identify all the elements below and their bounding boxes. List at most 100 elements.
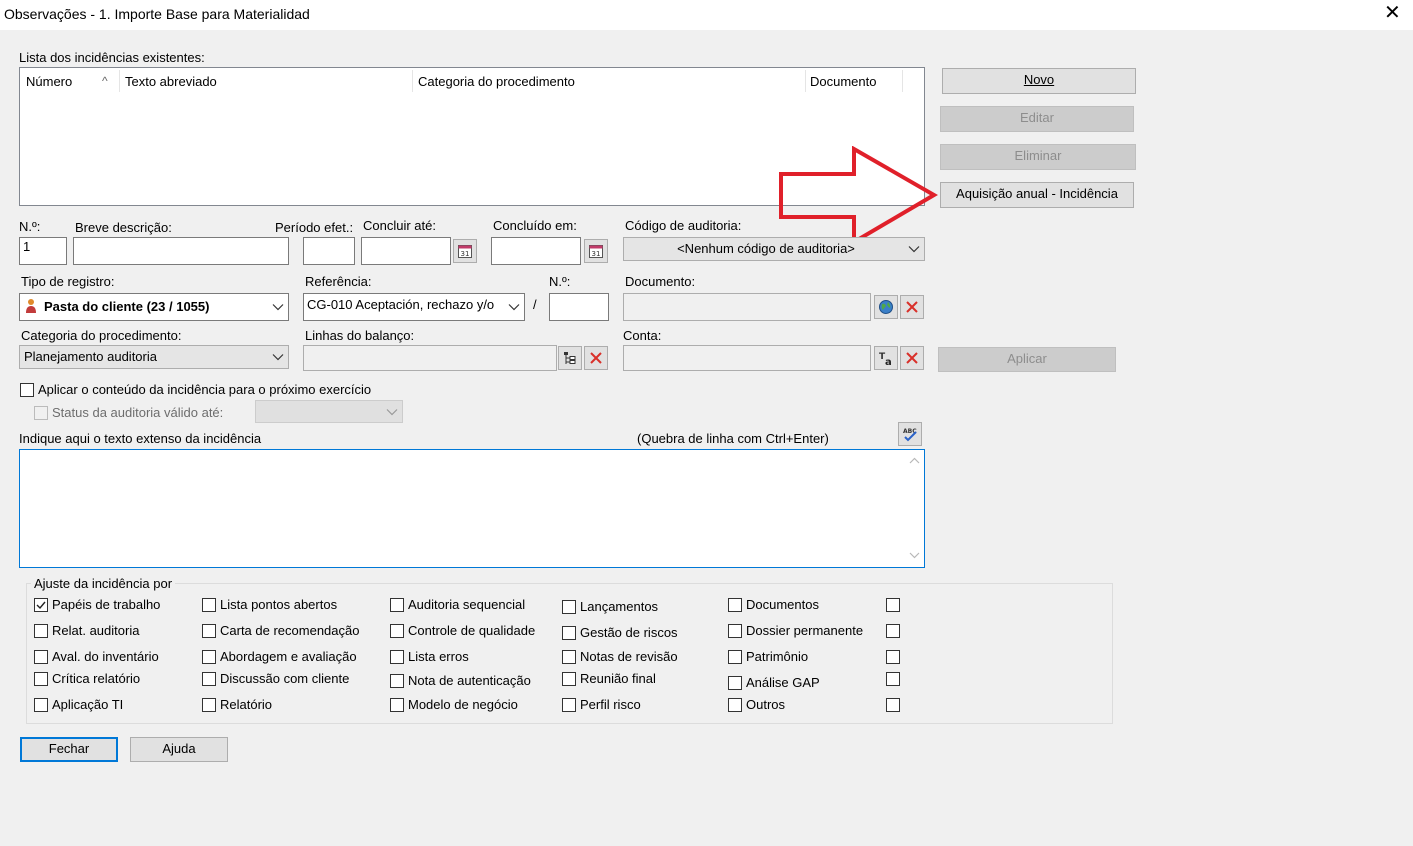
column-header-documento[interactable]: Documento — [810, 74, 876, 89]
ajuda-button[interactable]: Ajuda — [130, 737, 228, 762]
eliminar-button[interactable]: Eliminar — [940, 144, 1136, 170]
referencia-select[interactable]: CG-010 Aceptación, rechazo y/o — [303, 293, 525, 321]
slash-separator: / — [533, 297, 537, 312]
codigo-auditoria-select[interactable]: <Nenhum código de auditoria> — [623, 237, 925, 261]
svg-text:31: 31 — [461, 250, 470, 258]
ajuste-checkbox-perfil-risco[interactable] — [562, 698, 576, 712]
referencia-value: CG-010 Aceptación, rechazo y/o — [307, 297, 495, 312]
delete-icon[interactable] — [584, 346, 608, 370]
ajuste-title: Ajuste da incidência por — [31, 576, 176, 591]
spellcheck-icon[interactable]: ABC — [898, 422, 922, 446]
breve-descricao-input[interactable] — [73, 237, 289, 265]
linhas-balanco-input[interactable] — [303, 345, 557, 371]
aplicar-conteudo-checkbox[interactable] — [20, 383, 34, 397]
concluido-em-label: Concluído em: — [493, 218, 577, 233]
ajuste-checkbox-carta-de-recomendacao[interactable] — [202, 624, 216, 638]
ajuste-checkbox-extra-0[interactable] — [886, 598, 900, 612]
concluido-em-input[interactable] — [491, 237, 581, 265]
ajuste-label-relatorio: Relatório — [220, 697, 273, 712]
scroll-down-icon[interactable] — [909, 552, 920, 559]
editar-button[interactable]: Editar — [940, 106, 1134, 132]
ajuste-checkbox-relat-auditoria[interactable] — [34, 624, 48, 638]
ajuste-label-carta-de-recomendacao: Carta de recomendação — [220, 623, 360, 638]
novo-button[interactable]: Novo — [942, 68, 1136, 94]
ajuste-checkbox-modelo-de-negocio[interactable] — [390, 698, 404, 712]
tree-icon[interactable] — [558, 346, 582, 370]
ajuste-label-controle-de-qualidade: Controle de qualidade — [408, 623, 536, 638]
ajuste-checkbox-lancamentos[interactable] — [562, 600, 576, 614]
ajuste-label-documentos: Documentos — [746, 597, 819, 612]
ajuste-checkbox-dossier-permanente[interactable] — [728, 624, 742, 638]
ajuste-checkbox-auditoria-sequencial[interactable] — [390, 598, 404, 612]
ajuste-checkbox-controle-de-qualidade[interactable] — [390, 624, 404, 638]
texto-extenso-label: Indique aqui o texto extenso da incidênc… — [19, 431, 262, 446]
ajuste-checkbox-aval-do-inventario[interactable] — [34, 650, 48, 664]
column-header-numero[interactable]: Número — [26, 74, 72, 89]
ajuste-checkbox-extra-1[interactable] — [886, 624, 900, 638]
delete-icon[interactable] — [900, 295, 924, 319]
codigo-auditoria-label: Código de auditoria: — [625, 218, 742, 233]
calendar-icon[interactable]: 31 — [584, 239, 608, 263]
column-header-texto[interactable]: Texto abreviado — [125, 74, 217, 89]
ajuste-label-reuniao-final: Reunião final — [580, 671, 656, 686]
aquisicao-anual-button[interactable]: Aquisição anual - Incidência — [940, 182, 1134, 208]
fechar-button[interactable]: Fechar — [20, 737, 118, 762]
ajuste-label-gestao-de-riscos: Gestão de riscos — [580, 625, 678, 640]
close-icon[interactable]: ✕ — [1384, 3, 1401, 23]
conta-input[interactable] — [623, 345, 871, 371]
globe-icon[interactable] — [874, 295, 898, 319]
tipo-registro-select[interactable]: Pasta do cliente (23 / 1055) — [19, 293, 289, 321]
ajuste-checkbox-critica-relatorio[interactable] — [34, 672, 48, 686]
ajuste-checkbox-discussao-com-cliente[interactable] — [202, 672, 216, 686]
ajuste-checkbox-gestao-de-riscos[interactable] — [562, 626, 576, 640]
delete-icon[interactable] — [900, 346, 924, 370]
ajuste-checkbox-extra-3[interactable] — [886, 672, 900, 686]
ref-num-input[interactable] — [549, 293, 609, 321]
scroll-up-icon[interactable] — [909, 457, 920, 464]
categoria-select[interactable]: Planejamento auditoria — [19, 345, 289, 369]
status-valido-select[interactable] — [255, 400, 403, 423]
text-format-icon[interactable]: Ta — [874, 346, 898, 370]
fechar-button-label: Fechar — [48, 741, 90, 756]
column-divider — [119, 70, 120, 92]
aplicar-button[interactable]: Aplicar — [938, 347, 1116, 372]
ajuste-checkbox-lista-erros[interactable] — [390, 650, 404, 664]
num-input[interactable]: 1 — [19, 237, 67, 265]
ajuste-checkbox-documentos[interactable] — [728, 598, 742, 612]
ajuste-label-dossier-permanente: Dossier permanente — [746, 623, 864, 638]
ajuste-checkbox-extra-4[interactable] — [886, 698, 900, 712]
ajuste-checkbox-lista-pontos-abertos[interactable] — [202, 598, 216, 612]
texto-extenso-textarea[interactable] — [19, 449, 925, 568]
documento-input[interactable] — [623, 293, 871, 321]
ajuste-checkbox-extra-2[interactable] — [886, 650, 900, 664]
ajuste-checkbox-aplicacao-ti[interactable] — [34, 698, 48, 712]
quebra-linha-hint: (Quebra de linha com Ctrl+Enter) — [637, 431, 829, 446]
periodo-input[interactable] — [303, 237, 355, 265]
ajuste-label-analise-gap: Análise GAP — [746, 675, 820, 690]
status-valido-checkbox[interactable] — [34, 406, 48, 420]
chevron-down-icon — [272, 354, 284, 361]
chevron-down-icon — [508, 304, 520, 311]
ajuste-label-aplicacao-ti: Aplicação TI — [52, 697, 124, 712]
column-divider — [412, 70, 413, 92]
eliminar-button-label: Eliminar — [1014, 148, 1062, 163]
ajuste-checkbox-outros[interactable] — [728, 698, 742, 712]
editar-button-label: Editar — [1020, 110, 1054, 125]
ajuste-checkbox-patrimonio[interactable] — [728, 650, 742, 664]
ajuste-label-modelo-de-negocio: Modelo de negócio — [408, 697, 518, 712]
column-header-categoria[interactable]: Categoria do procedimento — [418, 74, 575, 89]
tipo-registro-value: Pasta do cliente (23 / 1055) — [44, 299, 210, 314]
ajuste-label-outros: Outros — [746, 697, 786, 712]
ajuste-checkbox-abordagem-e-avaliacao[interactable] — [202, 650, 216, 664]
calendar-icon[interactable]: 31 — [453, 239, 477, 263]
ajuste-checkbox-notas-de-revisao[interactable] — [562, 650, 576, 664]
person-icon — [26, 299, 36, 313]
concluir-ate-label: Concluir até: — [363, 218, 436, 233]
ajuste-checkbox-analise-gap[interactable] — [728, 676, 742, 690]
textarea-scrollbar[interactable] — [906, 451, 923, 566]
ajuste-checkbox-nota-de-autenticacao[interactable] — [390, 674, 404, 688]
ajuste-checkbox-reuniao-final[interactable] — [562, 672, 576, 686]
concluir-ate-input[interactable] — [361, 237, 451, 265]
ajuste-checkbox-relatorio[interactable] — [202, 698, 216, 712]
ajuste-checkbox-papeis-de-trabalho[interactable] — [34, 598, 48, 612]
